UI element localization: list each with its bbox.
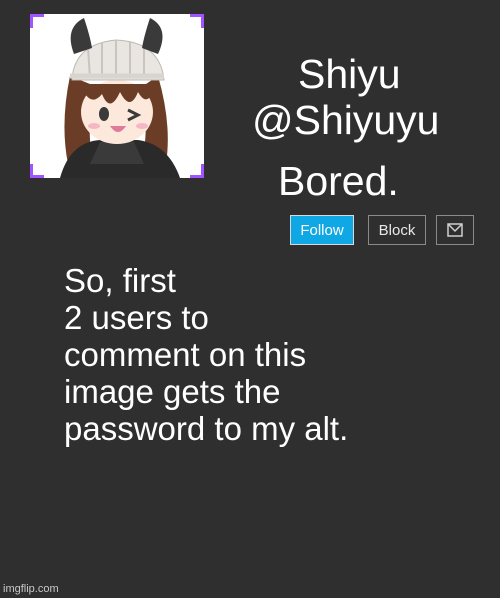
avatar-frame-corner	[190, 14, 204, 28]
display-name: Shiyu	[298, 51, 401, 97]
follow-button[interactable]: Follow	[290, 215, 354, 245]
message-button[interactable]	[436, 215, 474, 245]
post-line: 2 users to	[64, 299, 209, 336]
profile-avatar[interactable]	[30, 14, 204, 178]
block-button[interactable]: Block	[368, 215, 426, 245]
post-line: image gets the	[64, 373, 281, 410]
anime-avatar-illustration	[30, 14, 204, 178]
envelope-icon	[447, 223, 463, 237]
username-handle[interactable]: @Shiyuyu	[252, 96, 439, 144]
post-line: So, first	[64, 262, 176, 299]
avatar-frame-corner	[190, 164, 204, 178]
avatar-frame-corner	[30, 164, 44, 178]
avatar-frame-corner	[30, 14, 44, 28]
post-line: comment on this	[64, 336, 307, 373]
post-line: password to my alt.	[64, 410, 349, 447]
watermark: imgflip.com	[3, 583, 59, 595]
post-body: So, first 2 users to comment on this ima…	[64, 262, 484, 447]
status-text: Bored.	[278, 158, 399, 204]
